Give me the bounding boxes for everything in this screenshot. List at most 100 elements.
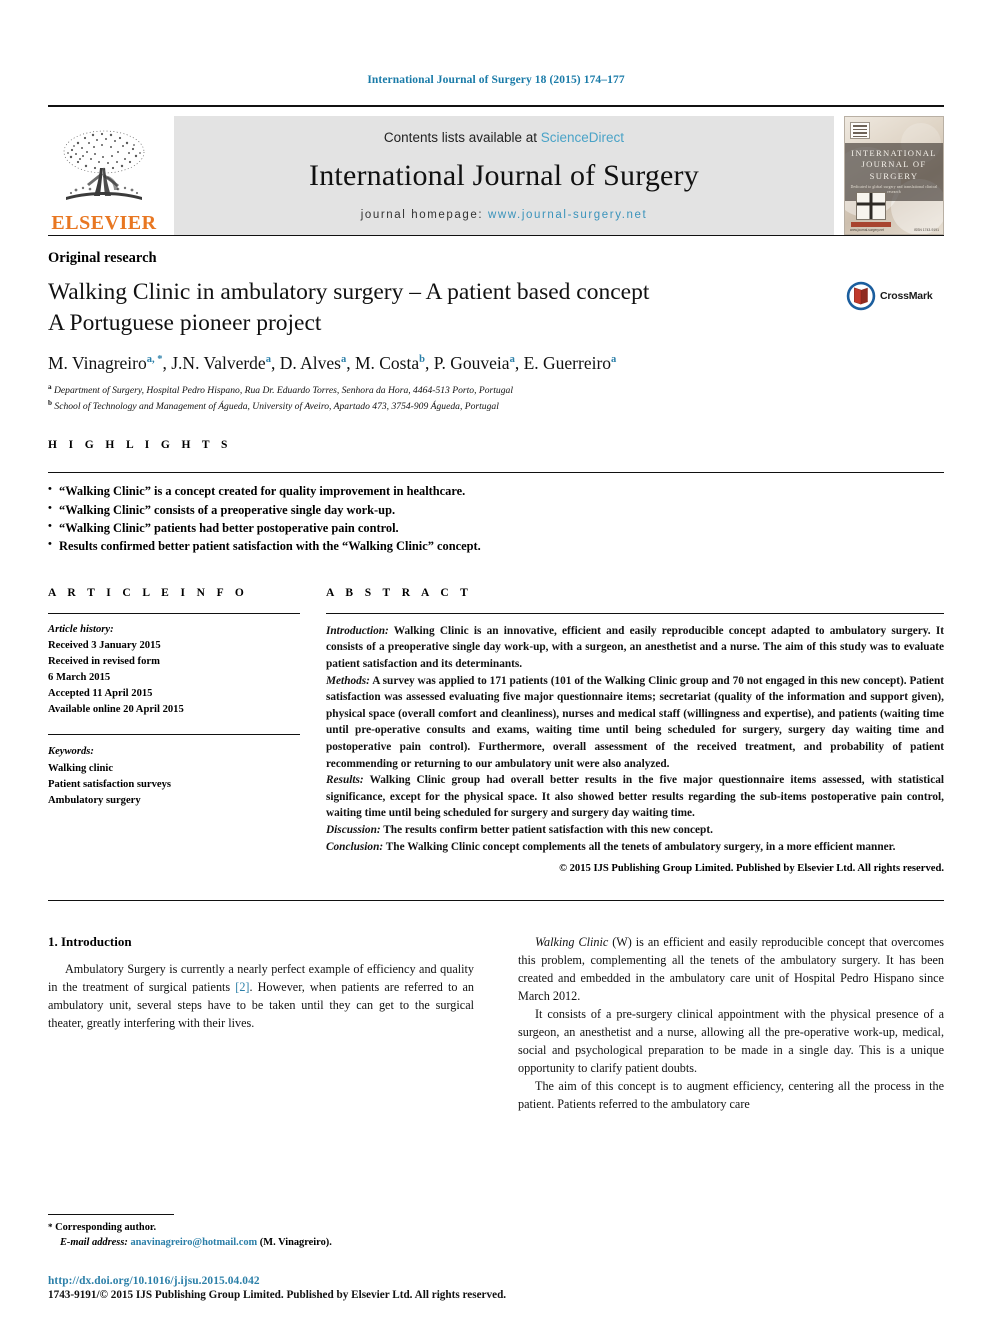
abstract-introduction-lead: Introduction: [326, 624, 389, 637]
info-abstract-row: A R T I C L E I N F O Article history: R… [48, 587, 944, 874]
crossmark-badge[interactable]: CrossMark [846, 277, 944, 311]
keywords-lead: Keywords: [48, 746, 94, 758]
paragraph: Walking Clinic (W) is an efficient and e… [518, 934, 944, 1006]
footnote-email: E-mail address: anavinagreiro@hotmail.co… [48, 1235, 478, 1251]
affiliation-item: a Department of Surgery, Hospital Pedro … [48, 382, 944, 398]
article-type: Original research [48, 250, 157, 266]
history-item: Available online 20 April 2015 [48, 704, 184, 716]
journal-masthead: ELSEVIER Contents lists available at Sci… [48, 116, 944, 235]
abstract-column: A B S T R A C T Introduction: Walking Cl… [326, 587, 944, 874]
highlights-section: H I G H L I G H T S “Walking Clinic” is … [48, 439, 944, 554]
title-row: Walking Clinic in ambulatory surgery – A… [48, 277, 944, 338]
footnote-rule [48, 1213, 174, 1215]
doi-link[interactable]: http://dx.doi.org/10.1016/j.ijsu.2015.04… [48, 1275, 948, 1287]
cover-crest-icon [856, 192, 886, 220]
author-marks: b [419, 354, 425, 366]
paper-title-line2: A Portuguese pioneer project [48, 309, 322, 336]
author-marks: a [340, 354, 347, 366]
section-heading-introduction: 1. Introduction [48, 934, 132, 950]
author-name: M. Vinagreiro [48, 353, 147, 374]
journal-cover-thumbnail: INTERNATIONAL JOURNAL OF SURGERY Dedicat… [844, 116, 944, 235]
walking-clinic-em: Walking Clinic [535, 935, 609, 950]
body-top-rule [48, 900, 944, 902]
page-footer: http://dx.doi.org/10.1016/j.ijsu.2015.04… [48, 1275, 948, 1301]
affiliation-list: a Department of Surgery, Hospital Pedro … [48, 382, 944, 414]
cover-title-line2: JOURNAL OF SURGERY [861, 159, 927, 181]
abstract-conclusion-text: The Walking Clinic concept complements a… [383, 840, 896, 853]
homepage-url-link[interactable]: www.journal-surgery.net [488, 209, 647, 221]
highlights-label: H I G H L I G H T S [48, 439, 232, 452]
author-list: M. Vinagreiroa, *, J.N. Valverdea, D. Al… [48, 353, 617, 374]
article-info-rule [48, 612, 300, 614]
affiliation-text: School of Technology and Management of Á… [54, 400, 499, 412]
history-item: Received 3 January 2015 [48, 639, 161, 651]
cover-footer-left: www.journal-surgery.net [850, 228, 884, 232]
affiliation-mark: a [48, 382, 52, 391]
title-block: Walking Clinic in ambulatory surgery – A… [48, 277, 846, 338]
author-marks: a, * [146, 354, 163, 366]
abstract-results-lead: Results: [326, 774, 364, 787]
keywords-rule [48, 734, 300, 736]
article-history: Article history: Received 3 January 2015… [48, 622, 300, 719]
corresponding-author-text: Corresponding author. [55, 1221, 157, 1233]
running-head: International Journal of Surgery 18 (201… [367, 74, 625, 86]
abstract-copyright: © 2015 IJS Publishing Group Limited. Pub… [559, 863, 944, 875]
crossmark-icon [846, 281, 876, 311]
author-marks: a [265, 354, 271, 366]
citation-link[interactable]: [2] [235, 980, 249, 994]
keyword-item: Patient satisfaction surveys [48, 778, 171, 790]
author-name: J.N. Valverde [171, 353, 266, 374]
paragraph: The aim of this concept is to augment ef… [518, 1078, 944, 1111]
masthead-bottom-rule [48, 235, 944, 236]
journal-homepage-line: journal homepage: www.journal-surgery.ne… [361, 209, 648, 221]
email-label: E-mail address: [60, 1237, 128, 1249]
highlights-rule [48, 472, 944, 474]
abstract-methods: Methods: A survey was applied to 171 pat… [326, 673, 944, 773]
abstract-introduction: Introduction: Walking Clinic is an innov… [326, 623, 944, 673]
paper-page: International Journal of Surgery 18 (201… [0, 0, 992, 1323]
sciencedirect-link[interactable]: ScienceDirect [541, 130, 624, 145]
body-columns: 1. Introduction Ambulatory Surgery is cu… [48, 934, 944, 1113]
list-item: “Walking Clinic” patients had better pos… [48, 518, 944, 537]
email-link[interactable]: anavinagreiro@hotmail.com [130, 1237, 257, 1248]
masthead-center: Contents lists available at ScienceDirec… [174, 116, 834, 235]
cover-title-line1: INTERNATIONAL [851, 148, 937, 158]
footnote-area: * Corresponding author. E-mail address: … [48, 1213, 478, 1251]
highlights-list: “Walking Clinic” is a concept created fo… [48, 481, 944, 555]
abstract-discussion-lead: Discussion: [326, 824, 381, 836]
abstract-body: Introduction: Walking Clinic is an innov… [326, 623, 944, 855]
crossmark-label: CrossMark [880, 290, 933, 302]
elsevier-wordmark: ELSEVIER [51, 212, 157, 234]
issn-copyright: 1743-9191/© 2015 IJS Publishing Group Li… [48, 1289, 507, 1301]
author-name: P. Gouveia [433, 353, 510, 374]
article-history-lead: Article history: [48, 623, 114, 635]
history-item: Received in revised form [48, 656, 160, 668]
homepage-prefix: journal homepage: [360, 209, 484, 221]
history-item: Accepted 11 April 2015 [48, 688, 153, 700]
paper-title-line1: Walking Clinic in ambulatory surgery – A… [48, 279, 650, 305]
body-column-left: 1. Introduction Ambulatory Surgery is cu… [48, 934, 474, 1113]
abstract-discussion: Discussion: The results confirm better p… [326, 822, 944, 839]
abstract-results: Results: Walking Clinic group had overal… [326, 772, 944, 822]
article-info-column: A R T I C L E I N F O Article history: R… [48, 587, 326, 874]
body-column-right: Walking Clinic (W) is an efficient and e… [518, 934, 944, 1113]
journal-title: International Journal of Surgery [309, 159, 699, 192]
contents-line: Contents lists available at ScienceDirec… [384, 130, 624, 145]
list-item: “Walking Clinic” is a concept created fo… [48, 481, 944, 500]
elsevier-logo: ELSEVIER [48, 116, 160, 235]
author-name: E. Guerreiro [523, 353, 612, 374]
abstract-conclusion-lead: Conclusion: [326, 840, 384, 853]
abstract-methods-text: A survey was applied to 171 patients (10… [326, 674, 944, 770]
keyword-item: Walking clinic [48, 762, 114, 774]
cover-publisher-mark [850, 122, 870, 139]
page-title: Walking Clinic in ambulatory surgery – A… [48, 277, 830, 338]
author-name: D. Alves [279, 353, 341, 374]
history-item: 6 March 2015 [48, 672, 111, 684]
affiliation-mark: b [48, 398, 52, 407]
list-item: Results confirmed better patient satisfa… [48, 536, 944, 555]
list-item: “Walking Clinic” consists of a preoperat… [48, 500, 944, 519]
abstract-methods-lead: Methods: [326, 674, 370, 687]
abstract-introduction-text: Walking Clinic is an innovative, efficie… [326, 624, 944, 671]
cover-ribbon [851, 222, 891, 227]
paragraph: It consists of a pre-surgery clinical ap… [518, 1006, 944, 1075]
